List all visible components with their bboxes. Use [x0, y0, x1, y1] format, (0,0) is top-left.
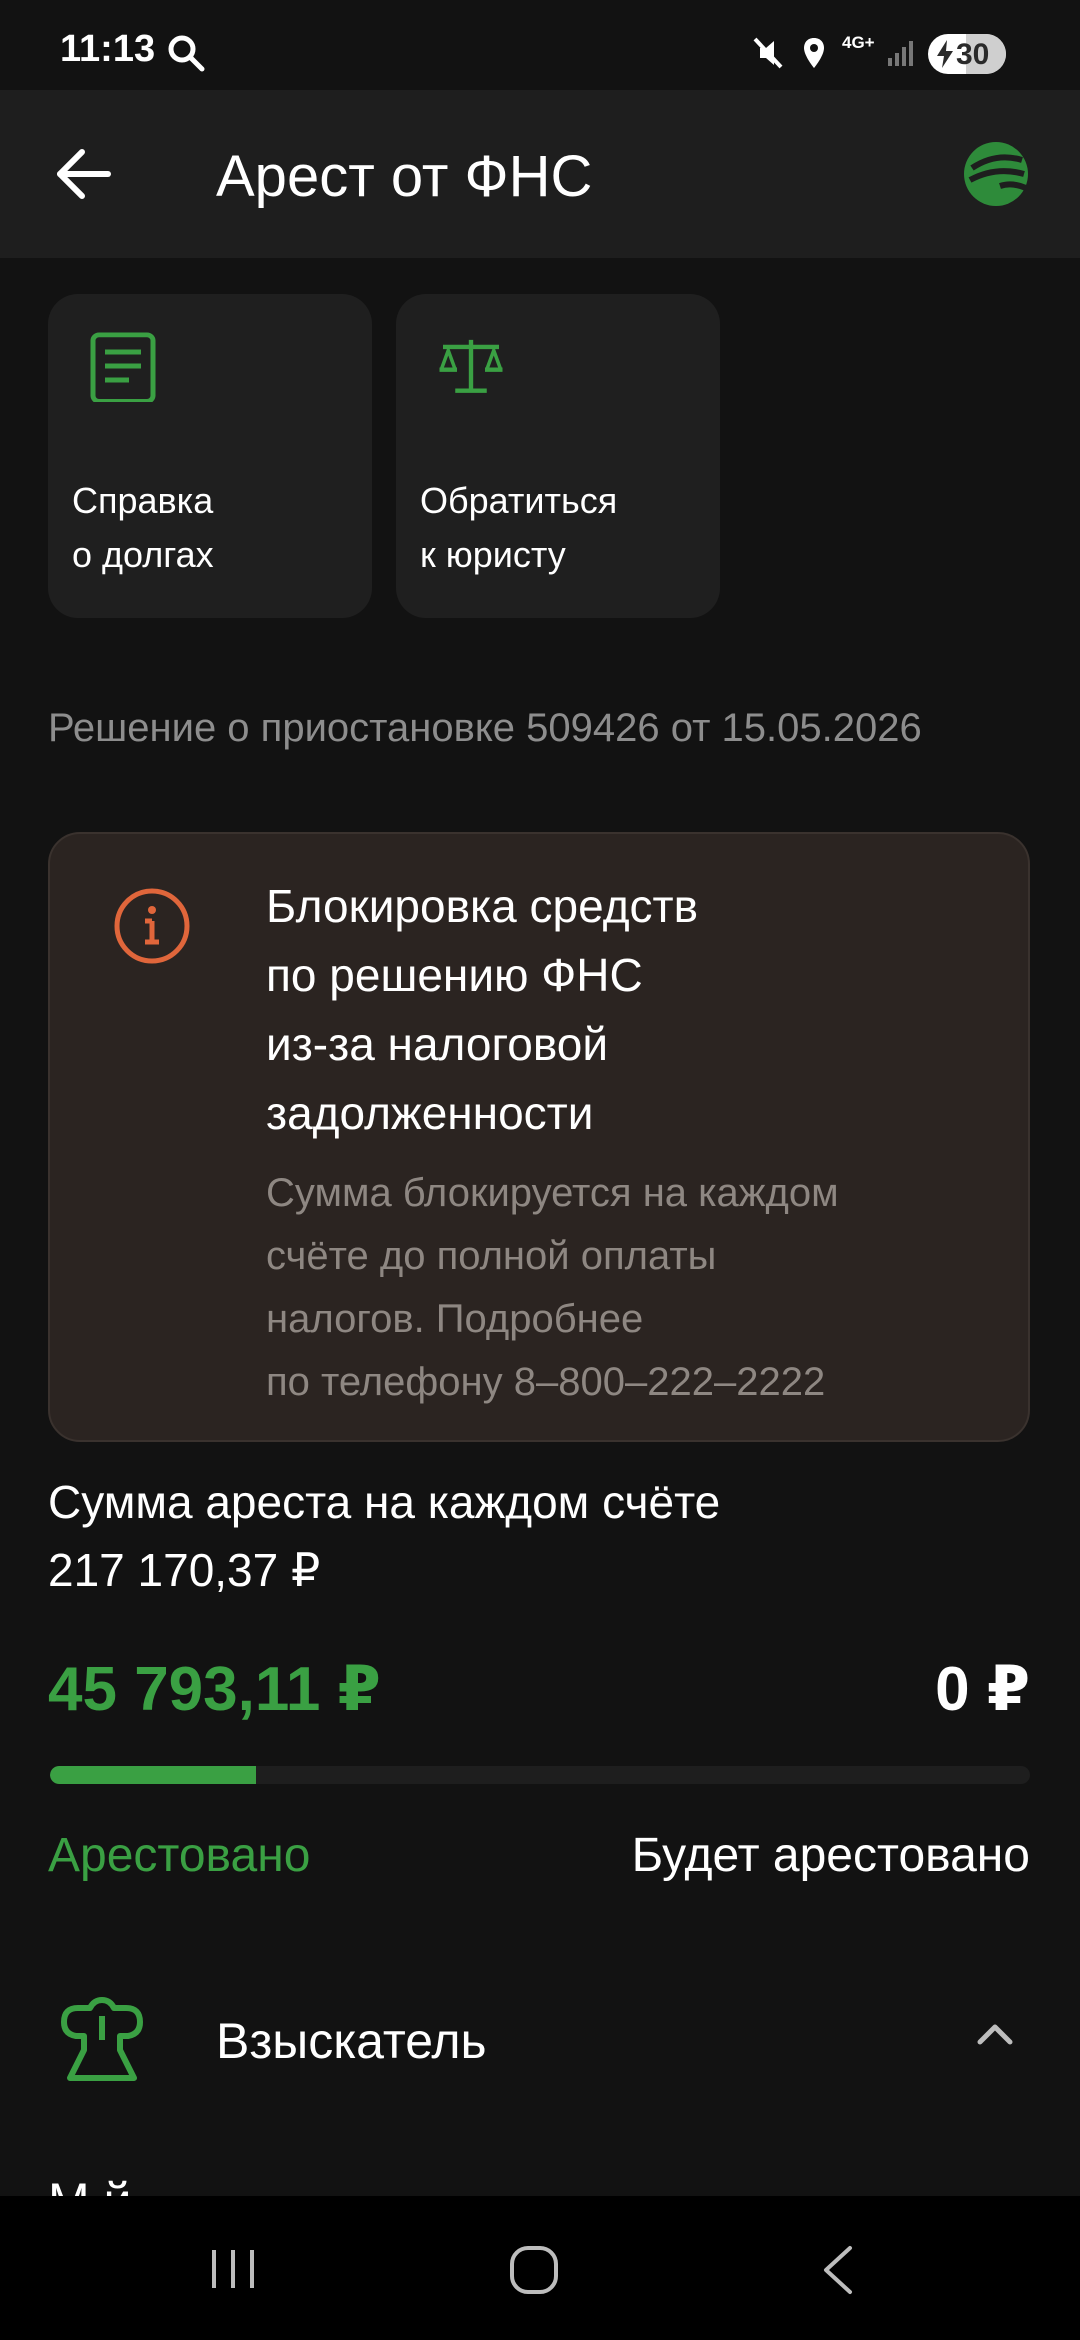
search-icon	[168, 35, 205, 72]
status-bar	[0, 0, 1080, 90]
collector-label[interactable]: Взыскатель	[216, 2012, 487, 2070]
debt-certificate-label: Справка о долгах	[72, 480, 214, 575]
info-title: Блокировка средств по решению ФНС из-за …	[266, 880, 699, 1139]
bank-logo-icon	[964, 142, 1028, 206]
nav-back-icon[interactable]	[820, 2244, 856, 2296]
contact-lawyer-button[interactable]: Обратиться к юристу	[396, 294, 720, 618]
mute-icon	[753, 37, 783, 69]
status-time: 11:13	[60, 28, 156, 70]
battery-indicator: 30	[928, 34, 1006, 74]
charging-icon	[937, 40, 953, 68]
remaining-amount: 0 ₽	[935, 1655, 1030, 1724]
decision-text: Решение о приостановке 509426 от 15.05.2…	[48, 706, 922, 750]
debt-certificate-button[interactable]: Справка о долгах	[48, 294, 372, 618]
document-icon	[90, 332, 156, 402]
arrest-sum-label: Сумма ареста на каждом счёте	[48, 1476, 721, 1528]
will-be-arrested-label: Будет арестовано	[631, 1829, 1030, 1882]
collector-emblem-icon	[61, 1997, 143, 2081]
arrest-sum-value: 217 170,37 ₽	[48, 1544, 321, 1596]
network-type: 4G+	[842, 33, 875, 52]
info-box: Блокировка средств по решению ФНС из-за …	[48, 832, 1030, 1442]
back-arrow-icon[interactable]	[52, 142, 116, 206]
location-icon	[804, 38, 824, 68]
battery-level: 30	[956, 38, 990, 71]
arrested-label: Арестовано	[48, 1829, 311, 1882]
contact-lawyer-label: Обратиться к юристу	[420, 480, 618, 575]
signal-icon	[888, 41, 913, 66]
arrest-progress-bar	[50, 1766, 1030, 1784]
info-icon	[114, 888, 190, 964]
scales-icon	[439, 339, 503, 393]
arrest-progress-fill	[50, 1766, 256, 1784]
page-title: Арест от ФНС	[216, 144, 593, 209]
chevron-up-icon[interactable]	[972, 2010, 1018, 2056]
info-text: Сумма блокируется на каждом счёте до пол…	[266, 1171, 839, 1404]
home-icon[interactable]	[508, 2244, 560, 2296]
recent-apps-icon[interactable]	[208, 2246, 258, 2292]
arrested-amount: 45 793,11 ₽	[48, 1655, 381, 1724]
